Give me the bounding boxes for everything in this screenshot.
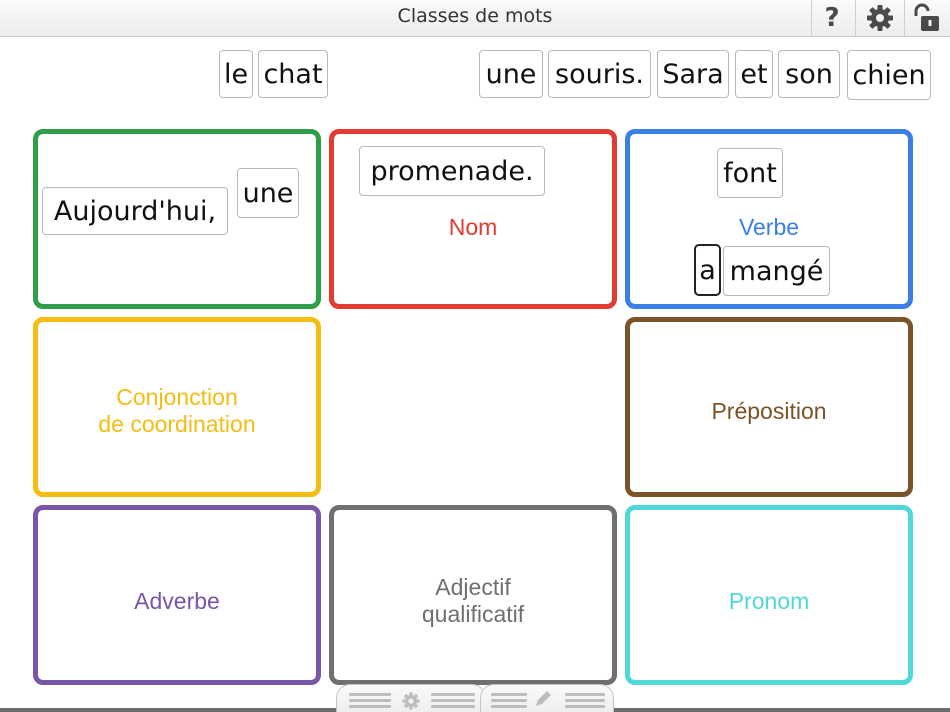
- grip-lines-right: [431, 693, 475, 711]
- gear-icon: [867, 5, 893, 31]
- grip-lines-left: [491, 693, 527, 711]
- category-label-conjonction-line1: Conjonction: [116, 384, 238, 410]
- bottom-tab-edit[interactable]: [480, 684, 614, 712]
- word-tile-une[interactable]: une: [479, 50, 543, 98]
- word-tile-une-placed[interactable]: une: [237, 168, 299, 218]
- category-label-pronom: Pronom: [728, 588, 810, 614]
- bottom-tab-settings[interactable]: [336, 684, 486, 712]
- toolbar-divider: [811, 0, 812, 37]
- lock-button[interactable]: [910, 2, 944, 34]
- toolbar-divider: [904, 0, 905, 37]
- category-conjonction[interactable]: Conjonction de coordination: [33, 317, 321, 497]
- category-label-preposition: Préposition: [711, 398, 827, 424]
- word-tile-chien[interactable]: chien: [847, 50, 931, 100]
- unlock-icon: [914, 3, 939, 31]
- category-label-adjectif-line1: Adjectif: [435, 574, 511, 600]
- category-preposition[interactable]: Préposition: [625, 317, 913, 497]
- category-label-verbe: Verbe: [738, 214, 800, 240]
- word-tile-sara[interactable]: Sara: [657, 50, 729, 98]
- help-button[interactable]: ?: [815, 2, 849, 34]
- grip-lines-right: [565, 693, 605, 711]
- word-tile-aujourdhui[interactable]: Aujourd'hui,: [42, 187, 228, 235]
- toolbar-divider: [855, 0, 856, 37]
- grip-lines-left: [349, 693, 391, 711]
- title-bar: Classes de mots ?: [0, 0, 950, 37]
- gear-icon: [402, 692, 420, 710]
- category-label-adverbe: Adverbe: [134, 588, 220, 614]
- help-icon: ?: [824, 3, 840, 33]
- pencil-icon: [536, 691, 551, 706]
- word-tile-chat[interactable]: chat: [258, 50, 328, 98]
- word-tile-le[interactable]: le: [219, 50, 253, 98]
- word-tile-promenade[interactable]: promenade.: [359, 146, 545, 196]
- category-label-conjonction-line2: de coordination: [98, 411, 256, 437]
- category-label-adjectif-line2: qualificatif: [421, 601, 525, 627]
- word-tile-mange[interactable]: mangé: [723, 246, 830, 296]
- word-tile-souris[interactable]: souris.: [548, 50, 651, 98]
- category-adverbe[interactable]: Adverbe: [33, 505, 321, 685]
- category-adjectif[interactable]: Adjectif qualificatif: [329, 505, 617, 685]
- word-tile-a[interactable]: a: [694, 244, 721, 296]
- word-tile-et[interactable]: et: [735, 50, 773, 98]
- word-tile-son[interactable]: son: [778, 50, 840, 98]
- settings-button[interactable]: [863, 2, 897, 34]
- category-pronom[interactable]: Pronom: [625, 505, 913, 685]
- word-tile-font[interactable]: font: [717, 148, 783, 198]
- app-title: Classes de mots: [397, 5, 553, 27]
- category-label-nom: Nom: [448, 214, 498, 240]
